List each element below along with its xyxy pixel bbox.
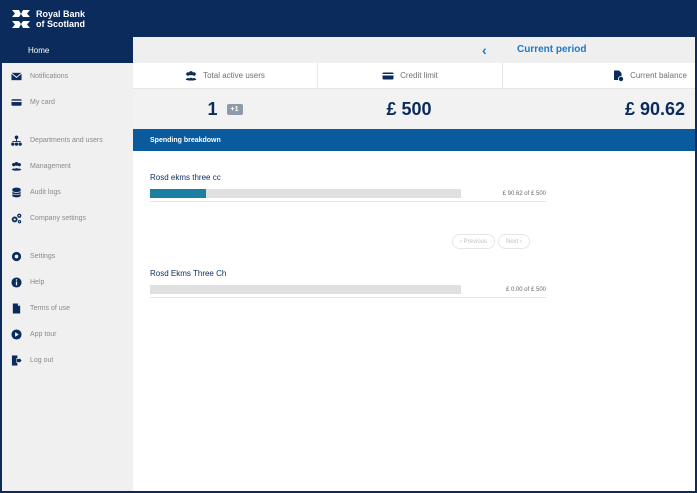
spending-row-amount: £ 90.62 of £ 500 xyxy=(502,191,546,197)
sidebar-item-management[interactable]: Management xyxy=(2,153,133,179)
brand-logo[interactable]: Royal Bank of Scotland xyxy=(10,8,85,30)
gears-icon xyxy=(10,212,22,224)
active-users-count: 1 xyxy=(207,98,218,119)
spending-row-name: Rosd Ekms Three Ch xyxy=(150,269,227,278)
top-bar: Royal Bank of Scotland xyxy=(2,2,695,37)
spending-progress-fill xyxy=(150,189,207,198)
balance-document-icon xyxy=(614,70,625,82)
sidebar-item-home[interactable]: Home xyxy=(2,37,133,63)
sidebar-item-audit-logs[interactable]: Audit logs xyxy=(2,179,133,205)
sidebar-item-label: Settings xyxy=(30,252,56,260)
divider xyxy=(150,201,546,202)
users-icon xyxy=(185,70,197,80)
sidebar-item-label: Log out xyxy=(30,356,54,364)
sidebar-item-log-out[interactable]: Log out xyxy=(2,347,133,373)
org-chart-icon xyxy=(10,134,22,146)
divider xyxy=(150,297,546,298)
spending-progress-track xyxy=(150,189,461,198)
card-icon xyxy=(382,72,394,79)
stat-header-credit-limit: Credit limit xyxy=(318,63,503,88)
sidebar-item-label: Help xyxy=(30,278,45,286)
brand-line-1: Royal Bank xyxy=(36,9,86,19)
brand-line-2: of Scotland xyxy=(36,19,85,29)
sidebar-item-label: Audit logs xyxy=(30,188,61,196)
credit-limit-value: £ 500 xyxy=(386,98,432,119)
stat-header-label: Current balance xyxy=(630,71,687,80)
app-frame: Royal Bank of Scotland Home Notification… xyxy=(2,2,695,491)
spending-row[interactable]: Rosd Ekms Three Ch £ 0.00 of £ 500 xyxy=(150,269,546,298)
sidebar-item-label: Terms of use xyxy=(30,304,71,312)
sidebar-item-terms[interactable]: Terms of use xyxy=(2,295,133,321)
next-page-button[interactable]: Next › xyxy=(498,234,531,249)
main-content: ‹ Current period Total active users Cred… xyxy=(133,37,695,491)
sidebar-item-label: Departments and users xyxy=(30,136,103,144)
sidebar-item-label: Company settings xyxy=(30,214,87,222)
sidebar-item-notifications[interactable]: Notifications xyxy=(2,63,133,89)
sidebar-item-help[interactable]: Help xyxy=(2,269,133,295)
active-users-value: 1 +1 xyxy=(133,89,317,129)
stat-header-current-balance: Current balance xyxy=(503,63,695,88)
document-icon xyxy=(10,302,22,314)
play-icon xyxy=(10,328,22,340)
logout-icon xyxy=(10,354,22,366)
current-balance-value: £ 90.62 xyxy=(624,98,685,119)
previous-period-button[interactable]: ‹ xyxy=(482,42,487,58)
spending-breakdown-header: Spending breakdown xyxy=(133,129,695,151)
sidebar-item-departments[interactable]: Departments and users xyxy=(2,127,133,153)
period-header: ‹ Current period xyxy=(133,37,695,63)
pagination: ‹ Previous Next › xyxy=(452,234,533,249)
card-icon xyxy=(10,96,22,108)
sidebar-item-label: App tour xyxy=(30,330,57,338)
sidebar-item-company-settings[interactable]: Company settings xyxy=(2,205,133,231)
period-title: Current period xyxy=(517,44,587,55)
sidebar-item-settings[interactable]: Settings xyxy=(2,243,133,269)
stat-header-label: Total active users xyxy=(203,71,265,80)
stat-header-active-users: Total active users xyxy=(133,63,318,88)
previous-page-button[interactable]: ‹ Previous xyxy=(452,234,496,249)
info-icon xyxy=(10,276,22,288)
cog-icon xyxy=(10,250,22,262)
sidebar-item-label: My card xyxy=(30,98,55,106)
active-users-badge[interactable]: +1 xyxy=(226,103,243,115)
database-icon xyxy=(10,186,22,198)
sidebar-item-my-card[interactable]: My card xyxy=(2,89,133,115)
spending-row-amount: £ 0.00 of £ 500 xyxy=(505,287,546,293)
spending-row[interactable]: Rosd ekms three cc £ 90.62 of £ 500 xyxy=(150,173,546,202)
stat-header-label: Credit limit xyxy=(400,71,438,80)
sidebar-item-label: Management xyxy=(30,162,71,170)
spending-row-name: Rosd ekms three cc xyxy=(150,173,221,182)
spending-progress-track xyxy=(150,285,461,294)
stats-values-row: 1 +1 £ 500 £ 90.62 xyxy=(133,89,695,129)
sidebar-item-label: Notifications xyxy=(30,72,69,80)
stats-header-row: Total active users Credit limit Current … xyxy=(133,63,695,89)
mail-icon xyxy=(10,70,22,82)
sidebar-item-label: Home xyxy=(28,45,50,55)
rbs-logo-icon xyxy=(12,10,30,28)
users-icon xyxy=(10,160,22,172)
sidebar-item-app-tour[interactable]: App tour xyxy=(2,321,133,347)
sidebar: Home Notifications My card Departments a… xyxy=(2,37,133,491)
brand-name: Royal Bank of Scotland xyxy=(36,9,85,29)
